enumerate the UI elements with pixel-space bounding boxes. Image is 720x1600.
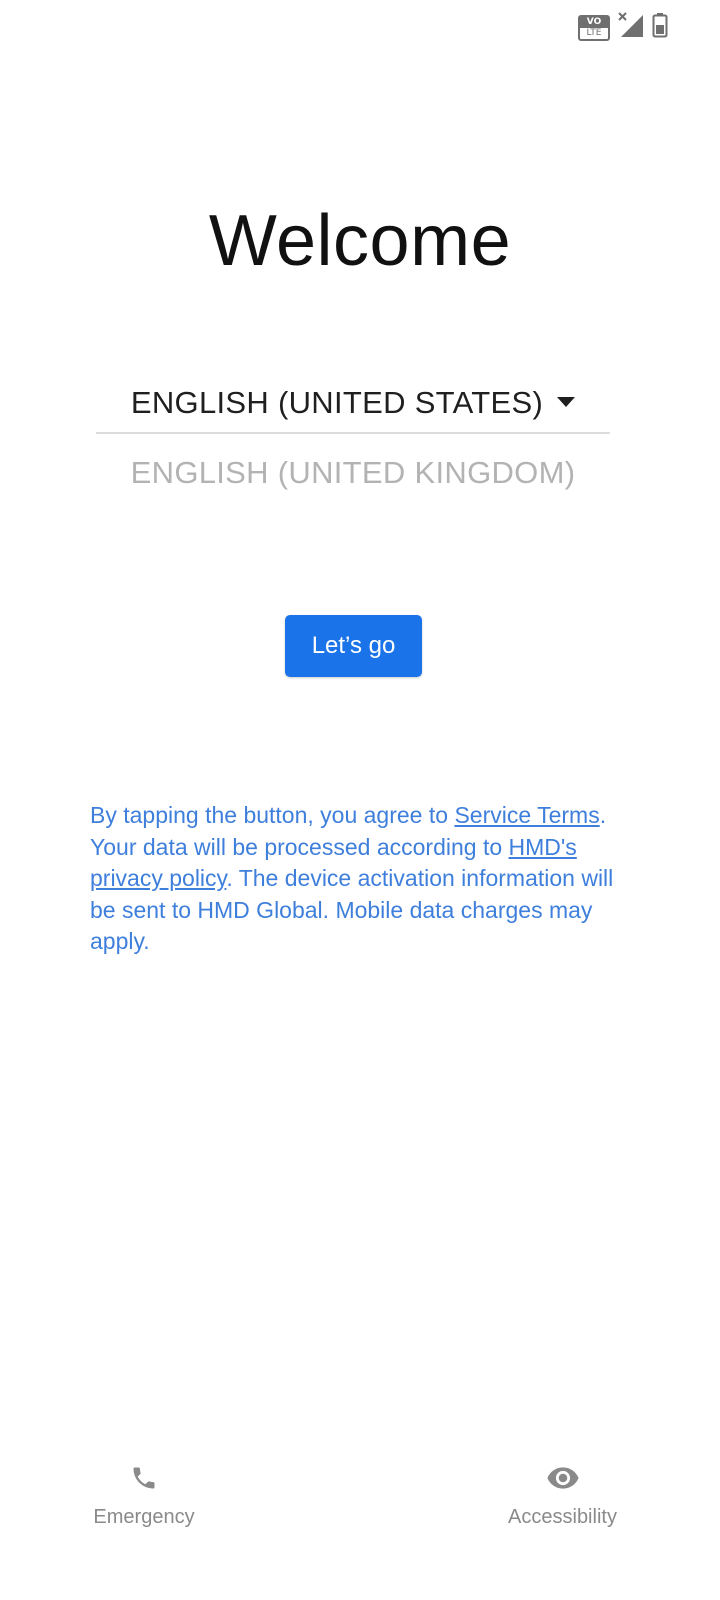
status-bar: VO LTE [0, 0, 720, 52]
legal-text-part1: By tapping the button, you agree to [90, 802, 455, 828]
emergency-button[interactable]: Emergency [93, 1458, 195, 1529]
volte-label-bottom: LTE [586, 28, 602, 38]
accessibility-button[interactable]: Accessibility [505, 1458, 620, 1529]
setup-welcome-screen: VO LTE Welcome ENGLISH (UNITED STATES) E… [0, 0, 720, 1600]
volte-icon: VO LTE [578, 14, 610, 41]
battery-icon [652, 12, 668, 43]
legal-notice: By tapping the button, you agree to Serv… [90, 800, 630, 958]
eye-icon [543, 1458, 583, 1498]
language-option-uk[interactable]: ENGLISH (UNITED KINGDOM) [96, 455, 610, 491]
status-icons: VO LTE [578, 12, 668, 43]
emergency-label: Emergency [93, 1506, 195, 1528]
dropdown-arrow-icon [557, 394, 576, 412]
page-title: Welcome [208, 201, 512, 281]
volte-label-top: VO [580, 17, 608, 28]
language-divider [96, 432, 610, 434]
no-signal-icon [618, 12, 644, 43]
lets-go-button[interactable]: Let’s go [285, 615, 422, 677]
selected-language-label: ENGLISH (UNITED STATES) [130, 385, 544, 420]
phone-icon [124, 1458, 164, 1498]
accessibility-label: Accessibility [508, 1506, 617, 1528]
service-terms-link[interactable]: Service Terms [454, 802, 599, 828]
language-selector[interactable]: ENGLISH (UNITED STATES) [96, 373, 610, 433]
